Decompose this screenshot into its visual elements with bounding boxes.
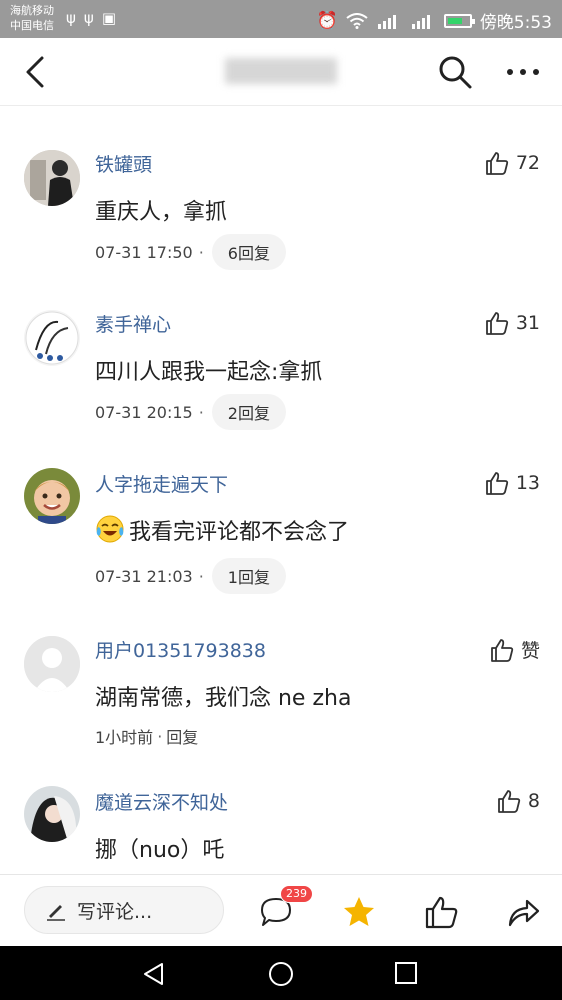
comment-text-content: 我看完评论都不会念了 bbox=[129, 520, 350, 545]
like-button[interactable]: 31 bbox=[484, 310, 540, 336]
status-right: ⏰ 傍晚5:53 bbox=[316, 8, 552, 34]
wifi-icon bbox=[346, 12, 368, 29]
reply-link[interactable]: 回复 bbox=[166, 724, 198, 748]
thumbs-up-icon bbox=[498, 790, 521, 813]
comment-time: 07-31 21:03 bbox=[95, 566, 193, 586]
like-button[interactable]: 8 bbox=[496, 788, 540, 814]
blurred-title bbox=[225, 58, 337, 84]
comment-username[interactable]: 用户01351793838 bbox=[95, 636, 266, 663]
status-bar: 海航移动 中国电信 ψψ▣ ⏰ 傍晚5:53 bbox=[0, 0, 562, 38]
comment-text: 我看完评论都不会念了 bbox=[95, 514, 349, 546]
usb-icons: ψψ▣ bbox=[66, 9, 124, 27]
replies-button[interactable]: 2回复 bbox=[211, 394, 286, 430]
back-arrow-icon[interactable] bbox=[20, 54, 50, 90]
avatar[interactable] bbox=[24, 468, 80, 524]
write-comment-input[interactable]: 写评论... bbox=[24, 886, 224, 934]
battery-icon bbox=[443, 13, 475, 28]
comment-text: 湖南常德，我们念 ne zha bbox=[95, 686, 352, 711]
comment-time: 07-31 17:50 bbox=[95, 242, 193, 262]
like-count: 72 bbox=[515, 152, 540, 174]
like-button[interactable]: 72 bbox=[484, 150, 540, 176]
separator-dot: · bbox=[157, 726, 163, 746]
carrier-2: 中国电信 bbox=[10, 19, 54, 32]
comment-meta: 1小时前 · 回复 bbox=[95, 724, 198, 748]
thumbs-up-icon bbox=[491, 638, 514, 662]
avatar[interactable] bbox=[24, 636, 80, 692]
nav-back-icon[interactable] bbox=[141, 961, 167, 987]
write-comment-placeholder: 写评论... bbox=[77, 900, 153, 923]
comment-username[interactable]: 铁罐頭 bbox=[95, 150, 152, 177]
bottom-action-bar: 写评论... 239 bbox=[0, 874, 562, 946]
comment-text: 四川人跟我一起念:拿抓 bbox=[95, 360, 323, 385]
comment-username[interactable]: 人字拖走遍天下 bbox=[95, 470, 228, 497]
carrier-1: 海航移动 bbox=[10, 4, 54, 17]
comment-username[interactable]: 魔道云深不知处 bbox=[95, 788, 228, 815]
nav-recents-icon[interactable] bbox=[394, 961, 418, 985]
signal-icon bbox=[377, 14, 396, 29]
comment-time: 1小时前 bbox=[95, 728, 154, 747]
like-count: 8 bbox=[527, 790, 540, 812]
separator-dot: · bbox=[198, 242, 204, 262]
thumbs-up-icon[interactable] bbox=[423, 894, 459, 930]
like-count: 31 bbox=[515, 312, 540, 334]
comment-time: 07-31 20:15 bbox=[95, 402, 193, 422]
like-button[interactable]: 赞 bbox=[489, 636, 540, 663]
status-time: 傍晚5:53 bbox=[479, 13, 552, 33]
comment-text: 挪（nuo）吒 bbox=[95, 838, 225, 863]
system-nav-bar bbox=[0, 946, 562, 1000]
replies-button[interactable]: 6回复 bbox=[211, 234, 286, 270]
app-header bbox=[0, 38, 562, 106]
thumbs-up-icon bbox=[485, 472, 508, 495]
briefcase-icon: ▣ bbox=[101, 9, 124, 27]
comment-username[interactable]: 素手禅心 bbox=[95, 310, 171, 337]
usb-icon: ψ bbox=[66, 9, 84, 27]
avatar[interactable] bbox=[24, 310, 80, 366]
avatar[interactable] bbox=[24, 150, 80, 206]
separator-dot: · bbox=[198, 402, 204, 422]
search-icon[interactable] bbox=[437, 54, 473, 90]
avatar[interactable] bbox=[24, 786, 80, 842]
more-icon[interactable] bbox=[505, 62, 541, 82]
like-label: 赞 bbox=[520, 640, 540, 662]
nav-home-icon[interactable] bbox=[268, 961, 294, 987]
star-icon[interactable] bbox=[341, 894, 377, 930]
signal-icon bbox=[411, 14, 430, 29]
tears-of-joy-emoji-icon bbox=[96, 515, 124, 543]
like-button[interactable]: 13 bbox=[484, 470, 540, 496]
pen-icon bbox=[47, 905, 65, 921]
thumbs-up-icon bbox=[485, 152, 508, 175]
carrier-info: 海航移动 中国电信 bbox=[10, 3, 54, 33]
replies-button[interactable]: 1回复 bbox=[211, 558, 286, 594]
alarm-icon: ⏰ bbox=[316, 10, 338, 31]
comment-text: 重庆人，拿抓 bbox=[95, 200, 228, 225]
comment-meta: 07-31 21:03 · 1回复 bbox=[95, 558, 286, 594]
usb-icon: ψ bbox=[83, 9, 102, 27]
thumbs-up-icon bbox=[485, 312, 508, 335]
comment-count-badge: 239 bbox=[280, 885, 313, 903]
like-count: 13 bbox=[515, 472, 540, 494]
separator-dot: · bbox=[198, 566, 204, 586]
share-icon[interactable] bbox=[505, 894, 541, 930]
comment-meta: 07-31 17:50 · 6回复 bbox=[95, 234, 286, 270]
comment-meta: 07-31 20:15 · 2回复 bbox=[95, 394, 286, 430]
